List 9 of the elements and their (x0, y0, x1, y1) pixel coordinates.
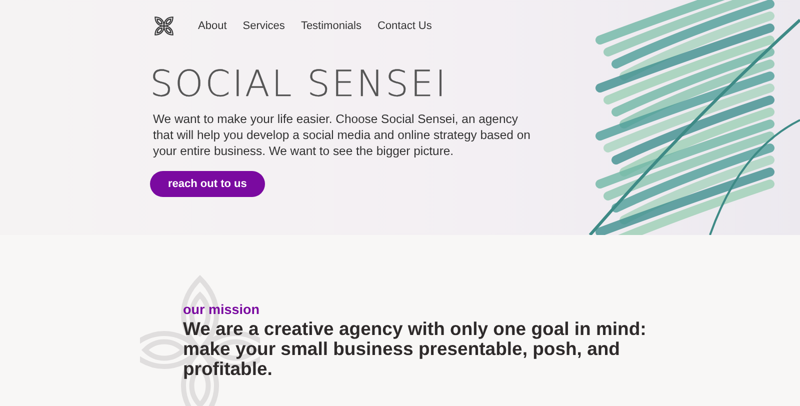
site-title: SOCIAL SENSEI (150, 64, 449, 105)
nav-link[interactable]: Testimonials (300, 20, 362, 32)
contact-button[interactable]: reach out to us (150, 171, 265, 197)
nav-link[interactable]: About (198, 20, 227, 32)
section-label: our mission (183, 302, 261, 317)
mission-heading: We are a creative agency with only one goal in mind: make your small business presentable, posh, and profitable. (183, 319, 648, 379)
intro-text: We want to make your life easier. Choose Social Sensei, an agency that will help you develop a social media and online strategy based on your entire business. We want to see the bigger picture. (153, 111, 532, 159)
nav-link[interactable]: Services (242, 20, 285, 32)
nav-link[interactable]: Contact Us (377, 20, 432, 32)
